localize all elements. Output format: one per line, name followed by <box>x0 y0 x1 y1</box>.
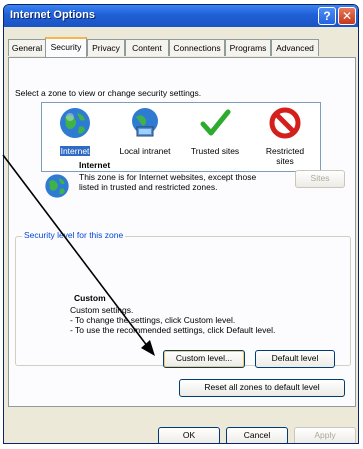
custom-level-button[interactable]: Custom level... <box>163 350 245 368</box>
tab-general[interactable]: General <box>8 39 46 56</box>
zone-label: Restricted sites <box>265 146 305 166</box>
default-level-button[interactable]: Default level <box>255 350 335 368</box>
tab-security[interactable]: Security <box>45 37 87 57</box>
window-title: Internet Options <box>10 9 95 21</box>
checkmark-icon <box>200 109 231 136</box>
intranet-icon <box>132 108 158 137</box>
tab-privacy[interactable]: Privacy <box>87 39 125 56</box>
zone-prompt: Select a zone to view or change security… <box>15 88 202 98</box>
security-level-name: Custom <box>74 293 106 303</box>
zone-label: Trusted sites <box>190 146 240 156</box>
restricted-icon <box>269 107 301 139</box>
reset-all-zones-button[interactable]: Reset all zones to default level <box>179 379 345 397</box>
group-legend: Security level for this zone <box>22 230 126 240</box>
security-level-description: Custom settings. - To change the setting… <box>70 305 275 335</box>
description-line: Custom settings. <box>70 305 134 315</box>
close-button[interactable]: ✕ <box>338 7 356 25</box>
description-line: - To change the settings, click Custom l… <box>70 315 236 325</box>
zone-trusted-sites[interactable]: Trusted sites <box>182 105 248 156</box>
help-icon: ? <box>323 9 331 23</box>
cancel-button[interactable]: Cancel <box>226 427 288 443</box>
zone-internet[interactable]: Internet <box>42 105 108 156</box>
selected-zone-description: This zone is for Internet websites, exce… <box>79 172 257 192</box>
internet-options-dialog: Internet Options ? ✕ General Security Pr… <box>3 4 359 444</box>
zone-restricted-sites[interactable]: Restricted sites <box>252 105 318 166</box>
title-bar[interactable]: Internet Options ? ✕ <box>4 5 358 27</box>
globe-icon <box>60 108 90 138</box>
ok-button[interactable]: OK <box>158 427 220 443</box>
security-tab-panel: Select a zone to view or change security… <box>8 57 356 407</box>
apply-button[interactable]: Apply <box>294 427 356 443</box>
globe-icon <box>45 174 69 198</box>
sites-button[interactable]: Sites <box>295 170 345 188</box>
description-line: - To use the recommended settings, click… <box>70 325 276 335</box>
close-icon: ✕ <box>341 9 353 23</box>
tab-connections[interactable]: Connections <box>169 39 225 56</box>
zone-label: Local intranet <box>119 146 171 156</box>
security-level-group: Security level for this zone Custom Cust… <box>15 230 351 366</box>
tab-programs[interactable]: Programs <box>225 39 271 56</box>
tab-content[interactable]: Content <box>125 39 169 56</box>
zone-label: Internet <box>59 146 91 156</box>
help-button[interactable]: ? <box>318 7 336 25</box>
zone-local-intranet[interactable]: Local intranet <box>112 105 178 156</box>
tab-advanced[interactable]: Advanced <box>271 39 319 56</box>
selected-zone-title: Internet <box>79 160 111 170</box>
